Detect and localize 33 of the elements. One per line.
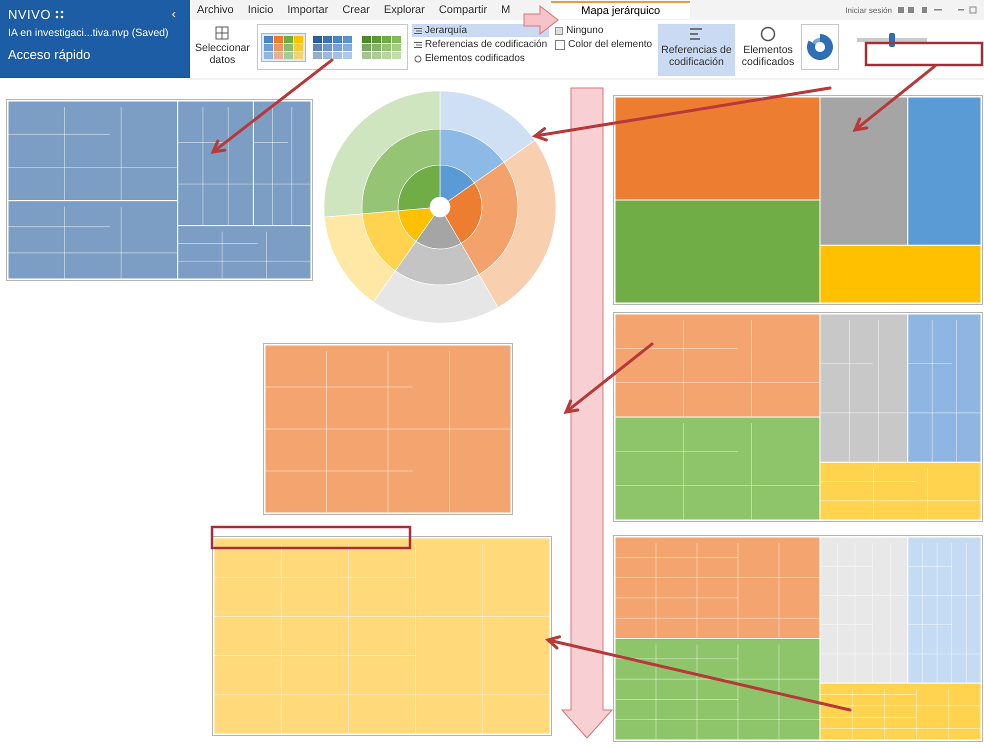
- sunburst-icon[interactable]: [805, 32, 836, 62]
- measure-button[interactable]: Referencias de codificación: [658, 24, 735, 76]
- layout-option[interactable]: Referencias de codificación: [412, 38, 550, 51]
- element-color-checkbox[interactable]: Color del elemento: [553, 38, 654, 51]
- menu-item[interactable]: Explorar: [376, 4, 432, 16]
- project-name: IA en investigaci...tiva.nvp (Saved): [8, 26, 168, 40]
- palette-swatch[interactable]: [260, 32, 306, 62]
- menu-item[interactable]: Compartir: [432, 4, 494, 16]
- menu-item[interactable]: Crear: [335, 4, 377, 16]
- quick-access-heading[interactable]: Acceso rápido: [8, 47, 90, 63]
- menu-item[interactable]: Importar: [280, 4, 336, 16]
- sign-in-link[interactable]: Iniciar sesión: [845, 6, 892, 14]
- tab-pointer-arrow: [524, 4, 559, 36]
- menu-item[interactable]: M: [494, 4, 518, 16]
- dots-icon: [55, 10, 64, 18]
- ribbon-tab[interactable]: Mapa jerárquico: [551, 1, 690, 19]
- layout-option[interactable]: Jerarquía: [412, 24, 550, 37]
- collapse-button[interactable]: ‹: [166, 6, 182, 22]
- lines-icon: [688, 26, 704, 42]
- circle-icon: [760, 26, 776, 42]
- window-controls-icon: [898, 6, 978, 14]
- square-icon: [555, 26, 564, 34]
- table-icon: [215, 26, 230, 40]
- none-option[interactable]: Ninguno: [553, 24, 654, 37]
- select-data-button[interactable]: Seleccionar datos: [192, 24, 253, 76]
- app-logo: NVIVO: [8, 6, 64, 22]
- lines-icon: [414, 40, 422, 48]
- menu-item[interactable]: Archivo: [190, 4, 241, 16]
- layout-option[interactable]: Elementos codificados: [412, 52, 550, 65]
- lines-icon: [414, 26, 422, 34]
- radio-icon: [414, 54, 422, 62]
- menu-item[interactable]: Inicio: [240, 4, 280, 16]
- measure-button[interactable]: Elementos codificados: [738, 24, 798, 76]
